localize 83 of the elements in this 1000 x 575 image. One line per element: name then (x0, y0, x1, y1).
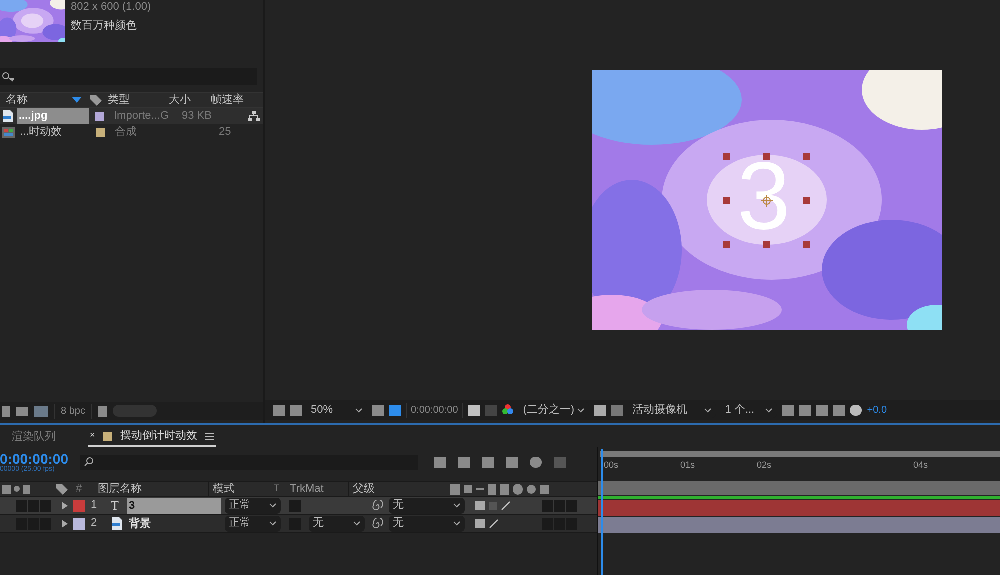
mask-visibility-icon[interactable] (389, 404, 401, 416)
expand-icon[interactable] (62, 502, 68, 510)
transform-handle[interactable] (763, 153, 770, 160)
caret-icon (577, 408, 586, 412)
video-switch[interactable] (16, 500, 27, 512)
caret-icon (453, 521, 461, 526)
column-header[interactable]: 大小 (167, 92, 211, 108)
transform-handle[interactable] (803, 153, 810, 160)
caret-icon (355, 408, 363, 412)
blend-mode-dropdown[interactable]: 正常 (225, 516, 281, 532)
layer-row[interactable]: 1 T 3 正常 无 (0, 497, 597, 515)
label-swatch[interactable] (96, 128, 105, 136)
label-icon[interactable] (56, 484, 68, 494)
caret-icon (353, 521, 361, 526)
layer-name[interactable]: 3 (127, 498, 221, 514)
preview-dimensions: 802 x 600 (1.00) (71, 0, 152, 14)
layer-row[interactable]: 2 背景 正常 无 无 (0, 515, 597, 533)
transform-handle[interactable] (723, 241, 730, 248)
menu-icon[interactable] (205, 432, 214, 440)
transform-handle[interactable] (763, 241, 770, 248)
current-time[interactable]: 0:00:00:00 (406, 402, 464, 418)
switch-cell[interactable] (566, 500, 577, 512)
column-header[interactable]: 名称 (0, 92, 72, 108)
blend-mode-dropdown[interactable]: 正常 (225, 498, 281, 514)
layer-number: 1 (90, 498, 98, 514)
time-ruler-label: 00s (604, 459, 619, 472)
text-layer-icon: T (109, 499, 127, 512)
preview-colors: 数百万种颜色 (71, 19, 138, 33)
layer-label[interactable] (73, 518, 85, 530)
solo-switch[interactable] (28, 500, 39, 512)
panel-tab[interactable]: 渲染队列 (10, 427, 58, 447)
caret-icon (765, 408, 774, 412)
timeline-timecode[interactable]: 0:00:00:00 (0, 452, 78, 466)
transform-handle[interactable] (723, 153, 730, 160)
close-icon[interactable]: × (90, 429, 96, 443)
transform-handle[interactable] (803, 241, 810, 248)
parent-dropdown[interactable]: 无 (389, 498, 465, 514)
time-ruler-label: 02s (757, 459, 772, 472)
exposure-value[interactable]: +0.0 (867, 402, 888, 418)
layer-name[interactable]: 背景 (127, 516, 221, 532)
lock-switch[interactable] (40, 500, 51, 512)
anchor-point-icon[interactable] (761, 195, 773, 207)
item-size: 93 KB (181, 108, 213, 124)
parent-pick-whip-icon[interactable] (371, 518, 383, 530)
layer-search-field[interactable] (80, 454, 418, 470)
label-swatch[interactable] (95, 112, 104, 120)
layer-number: 2 (90, 516, 98, 532)
search-field[interactable] (0, 68, 257, 85)
item-type: 合成 (114, 124, 138, 140)
item-type: Importe...G (113, 108, 170, 124)
image-file-icon (2, 110, 14, 122)
search-icon (2, 72, 14, 82)
time-ruler-label: 04s (914, 459, 928, 472)
parent-pick-whip-icon[interactable] (371, 500, 383, 512)
track-matte-switch[interactable] (289, 500, 301, 512)
expand-icon[interactable] (62, 520, 68, 528)
column-header[interactable]: 类型 (102, 92, 167, 108)
composition-icon (2, 126, 15, 138)
parent-dropdown[interactable]: 无 (389, 516, 465, 532)
item-frame-rate: 25 (218, 124, 232, 140)
panel-tab[interactable]: × 摆动倒计时动效 (88, 427, 216, 447)
switch-cell[interactable] (554, 500, 565, 512)
label-icon[interactable] (90, 94, 102, 106)
project-item[interactable]: ...时动效 合成 25 (0, 124, 263, 140)
column-header[interactable]: TrkMat (288, 480, 348, 498)
switch-cell[interactable] (542, 500, 553, 512)
bit-depth-button[interactable]: 8 bpc (54, 404, 92, 418)
track-matte-dropdown[interactable]: 无 (309, 516, 365, 532)
column-header[interactable]: 帧速率 (211, 92, 251, 108)
caret-icon (269, 503, 277, 508)
search-icon (84, 457, 96, 467)
caret-icon (453, 503, 461, 508)
transform-handle[interactable] (723, 197, 730, 204)
transform-handle[interactable] (803, 197, 810, 204)
item-name: ....jpg (17, 108, 89, 124)
caret-icon (269, 521, 277, 526)
caret-icon (704, 408, 712, 412)
column-header[interactable]: 图层名称 (96, 480, 208, 498)
channel-icon[interactable] (502, 404, 514, 416)
sort-icon[interactable] (72, 97, 82, 103)
item-name: ...时动效 (19, 124, 64, 140)
image-file-icon (111, 517, 123, 530)
time-ruler-label: 01s (680, 459, 696, 472)
